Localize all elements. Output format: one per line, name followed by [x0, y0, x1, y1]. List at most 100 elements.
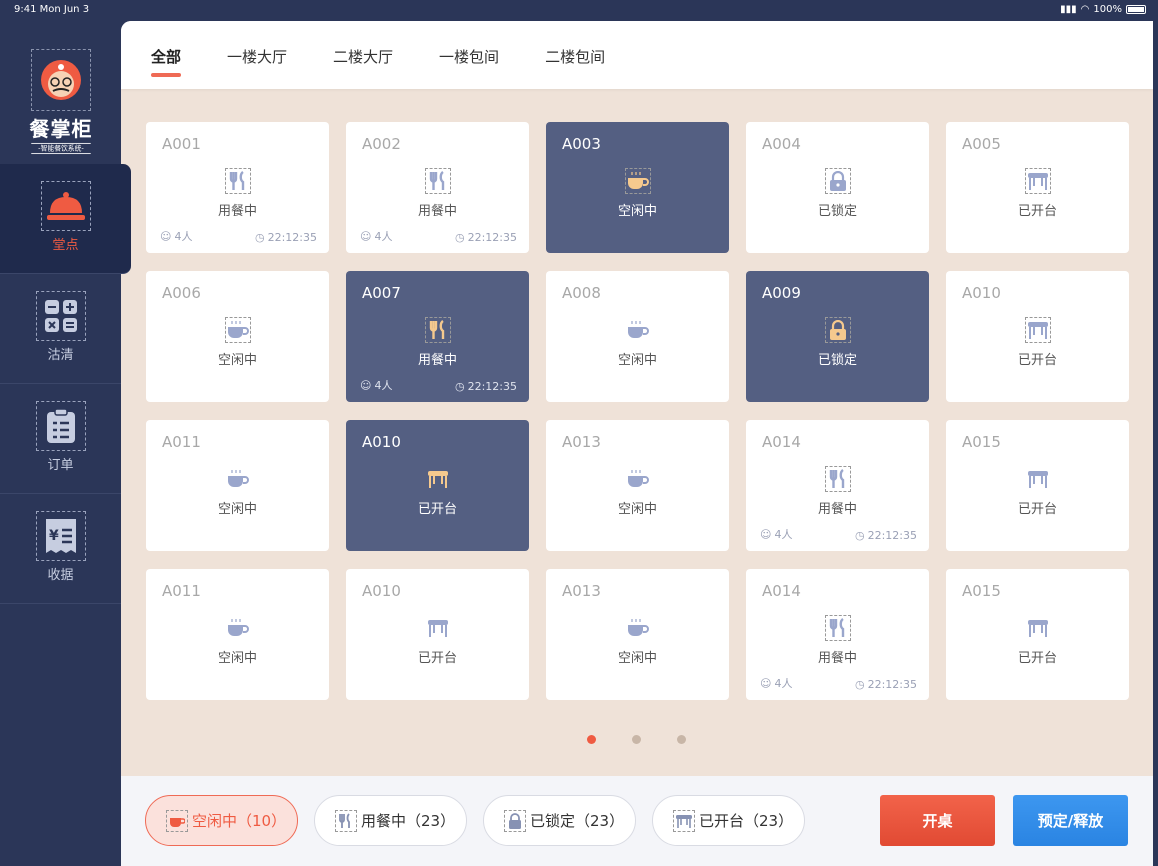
sidebar-item-receipts[interactable]: ¥ 收据 [0, 494, 121, 604]
reserve-release-button[interactable]: 预定/释放 [1013, 795, 1128, 846]
table-card[interactable]: A005 已开台 [946, 122, 1129, 253]
table-status: 已开台 [1017, 651, 1057, 666]
table-card[interactable]: A014 用餐中 ☺ 4人 ◷ 22:12:35 [746, 569, 929, 700]
table-status: 已开台 [417, 502, 457, 517]
table-status: 已锁定 [817, 353, 857, 368]
cup-icon [225, 317, 251, 343]
table-code: A008 [562, 284, 601, 302]
filter-locked[interactable]: 已锁定（23） [483, 795, 636, 846]
table-card[interactable]: A009 已锁定 [746, 271, 929, 402]
table-icon [1025, 168, 1051, 194]
table-card[interactable]: A013 空闲中 [546, 420, 729, 551]
table-card[interactable]: A013 空闲中 [546, 569, 729, 700]
tab-floor2-hall[interactable]: 二楼大厅 [333, 44, 393, 67]
table-card[interactable]: A010 已开台 [946, 271, 1129, 402]
table-code: A003 [562, 135, 601, 153]
table-status: 空闲中 [617, 353, 657, 368]
table-card[interactable]: A010 已开台 [346, 420, 529, 551]
filter-opened[interactable]: 已开台（23） [652, 795, 805, 846]
table-icon [1025, 615, 1051, 641]
table-status: 空闲中 [217, 651, 257, 666]
tab-floor1-hall[interactable]: 一楼大厅 [227, 44, 287, 67]
people-icon: ☺ [160, 229, 172, 243]
app-logo: 餐掌柜 -智能餐饮系统- [24, 49, 98, 159]
clock-icon: ◷ [854, 678, 865, 691]
sidebar-item-label: 堂点 [52, 238, 79, 253]
cup-icon [625, 317, 651, 343]
table-card[interactable]: A003 空闲中 [546, 122, 729, 253]
tab-all[interactable]: 全部 [151, 44, 182, 77]
filter-label: 已锁定（23） [530, 812, 625, 830]
table-status: 已开台 [1017, 353, 1057, 368]
table-status: 空闲中 [217, 502, 257, 517]
filter-dining[interactable]: 用餐中（23） [314, 795, 467, 846]
table-card[interactable]: A015 已开台 [946, 420, 1129, 551]
sidebar-item-orders[interactable]: 订单 [0, 384, 121, 494]
table-time: ◷ 22:12:35 [255, 231, 317, 244]
calculator-icon [35, 291, 86, 341]
cup-icon [625, 466, 651, 492]
status-bar: 9:41 Mon Jun 3 ▮▮▮ ◠ 100% [0, 0, 1158, 21]
people-count: 4人 [774, 677, 793, 690]
table-card[interactable]: A008 空闲中 [546, 271, 729, 402]
table-status: 已开台 [1017, 204, 1057, 219]
cup-icon [225, 615, 251, 641]
clock-icon: ◷ [454, 380, 465, 393]
table-card[interactable]: A011 空闲中 [146, 420, 329, 551]
brand-slogan: -智能餐饮系统- [31, 142, 91, 155]
page-dot[interactable] [587, 735, 596, 744]
filter-idle[interactable]: 空闲中（10） [145, 795, 298, 846]
table-icon [673, 809, 695, 832]
people-count: 4人 [374, 379, 393, 392]
utensils-icon [225, 168, 251, 194]
table-status: 用餐中 [217, 204, 257, 219]
people-icon: ☺ [760, 676, 772, 690]
table-status: 已开台 [417, 651, 457, 666]
utensils-icon [425, 168, 451, 194]
page-dot[interactable] [677, 735, 686, 744]
sidebar-item-label: 收据 [47, 568, 74, 583]
people-count: 4人 [774, 528, 793, 541]
table-card[interactable]: A001 用餐中 ☺ 4人 ◷ 22:12:35 [146, 122, 329, 253]
sidebar-item-label: 订单 [47, 458, 74, 473]
table-card[interactable]: A010 已开台 [346, 569, 529, 700]
table-card[interactable]: A007 用餐中 ☺ 4人 ◷ 22:12:35 [346, 271, 529, 402]
lock-icon [504, 809, 526, 832]
tab-floor1-room[interactable]: 一楼包间 [439, 44, 499, 67]
people-count: 4人 [174, 230, 193, 243]
table-card[interactable]: A004 已锁定 [746, 122, 929, 253]
table-card[interactable]: A006 空闲中 [146, 271, 329, 402]
table-people: ☺ 4人 [360, 228, 392, 244]
table-code: A007 [362, 284, 401, 302]
table-code: A010 [362, 582, 401, 600]
table-status: 空闲中 [217, 353, 257, 368]
people-icon: ☺ [360, 378, 372, 392]
clock-icon: ◷ [254, 231, 265, 244]
table-card[interactable]: A015 已开台 [946, 569, 1129, 700]
clock-icon: ◷ [854, 529, 865, 542]
table-code: A014 [762, 433, 801, 451]
table-code: A004 [762, 135, 801, 153]
footer-bar: 空闲中（10） 用餐中（23） 已锁定（23） 已开台（23） 开桌 预定/释放 [121, 776, 1153, 866]
open-table-button[interactable]: 开桌 [880, 795, 995, 846]
table-status: 空闲中 [617, 502, 657, 517]
table-code: A015 [962, 433, 1001, 451]
sidebar-item-label: 沽清 [47, 348, 74, 363]
table-code: A011 [162, 433, 201, 451]
table-card[interactable]: A002 用餐中 ☺ 4人 ◷ 22:12:35 [346, 122, 529, 253]
table-people: ☺ 4人 [760, 526, 792, 542]
table-code: A009 [762, 284, 801, 302]
sidebar-item-soldout[interactable]: 沽清 [0, 274, 121, 384]
utensils-icon [825, 466, 851, 492]
table-card[interactable]: A014 用餐中 ☺ 4人 ◷ 22:12:35 [746, 420, 929, 551]
pagination-dots [587, 735, 686, 744]
table-icon [1025, 317, 1051, 343]
table-card[interactable]: A011 空闲中 [146, 569, 329, 700]
sidebar-item-dine[interactable]: 堂点 [0, 164, 131, 274]
lock-icon [825, 168, 851, 194]
page-dot[interactable] [632, 735, 641, 744]
table-code: A013 [562, 582, 601, 600]
tab-floor2-room[interactable]: 二楼包间 [545, 44, 605, 67]
table-status: 空闲中 [617, 204, 657, 219]
cup-icon [625, 168, 651, 194]
